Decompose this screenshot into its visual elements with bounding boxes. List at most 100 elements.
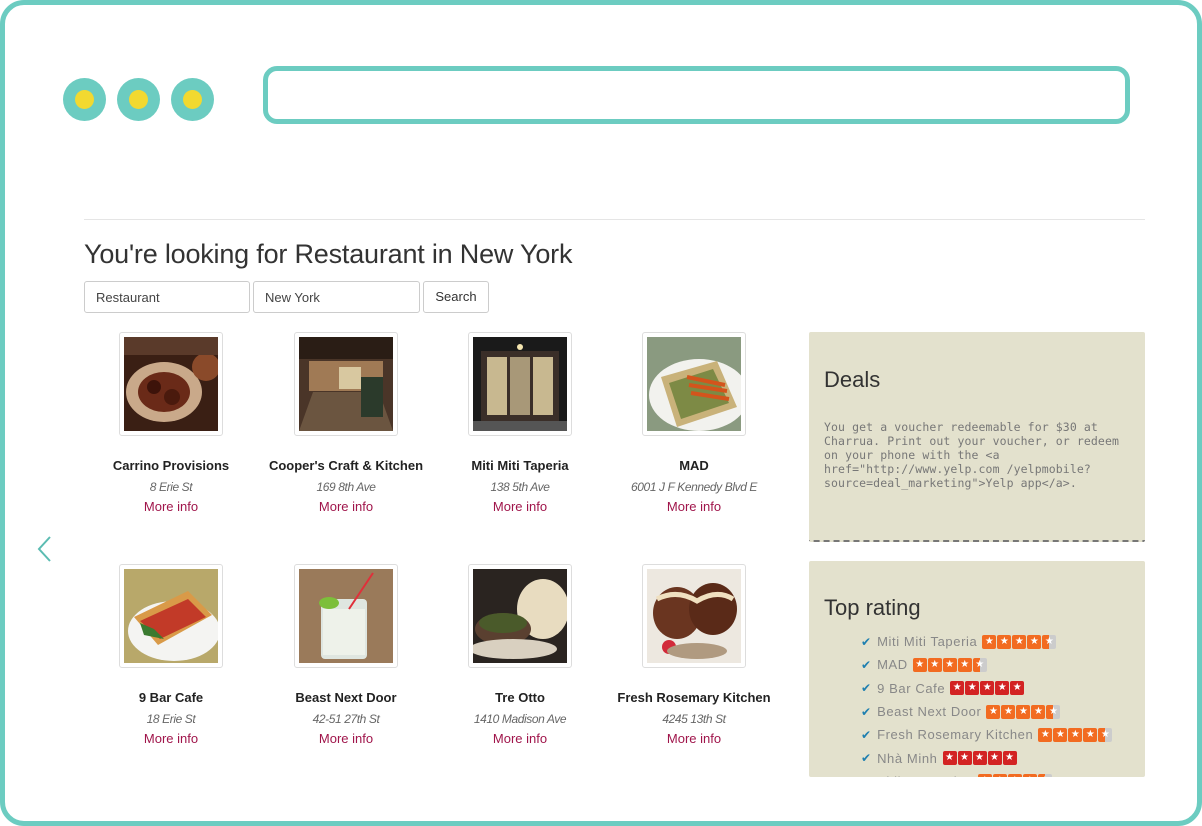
checkmark-icon: ✔ xyxy=(861,751,872,766)
restaurant-photo[interactable] xyxy=(119,564,223,668)
star-icon: ★ xyxy=(972,751,987,766)
restaurant-name[interactable]: Miti Miti Taperia xyxy=(435,456,605,475)
star-icon: ★ xyxy=(950,681,965,696)
more-info-link[interactable]: More info xyxy=(144,499,198,514)
restaurant-name[interactable]: Tre Otto xyxy=(435,688,605,707)
restaurant-name[interactable]: Cooper's Craft & Kitchen xyxy=(261,456,431,475)
star-icon: ★ xyxy=(912,657,927,672)
deals-panel: Deals You get a voucher redeemable for $… xyxy=(809,332,1145,542)
top-rating-name: Miti Miti Taperia xyxy=(877,634,978,650)
star-icon: ★ xyxy=(957,751,972,766)
top-rating-item[interactable]: ✔ Fresh Rosemary Kitchen ★ ★ ★ ★ ★ xyxy=(861,723,1130,746)
address-bar[interactable] xyxy=(263,66,1130,124)
star-icon: ★ xyxy=(1068,727,1083,742)
more-info-link[interactable]: More info xyxy=(319,499,373,514)
checkmark-icon: ✔ xyxy=(861,774,871,777)
star-icon: ★ xyxy=(1027,634,1042,649)
result-card: 9 Bar Cafe 18 Erie St More info xyxy=(86,564,256,748)
star-rating: ★★★★★ xyxy=(982,634,1057,649)
checkmark-icon: ✔ xyxy=(861,657,872,672)
star-icon: ★ xyxy=(1012,634,1027,649)
restaurant-photo[interactable] xyxy=(294,332,398,436)
window-dot-maximize[interactable] xyxy=(171,78,214,121)
more-info-link[interactable]: More info xyxy=(493,499,547,514)
star-icon: ★ xyxy=(997,634,1012,649)
restaurant-address: 18 Erie St xyxy=(146,712,196,726)
restaurant-photo[interactable] xyxy=(642,564,746,668)
star-icon: ★ xyxy=(995,681,1010,696)
star-icon: ★ xyxy=(1001,704,1016,719)
result-card: Fresh Rosemary Kitchen 4245 13th St More… xyxy=(609,564,779,748)
star-icon: ★ xyxy=(992,774,1007,777)
window-dot-minimize[interactable] xyxy=(117,78,160,121)
top-rating-item[interactable]: ✔Phil Am Kusina★★★★★ xyxy=(861,770,1130,777)
restaurant-name[interactable]: 9 Bar Cafe xyxy=(86,688,256,707)
divider xyxy=(84,219,1145,220)
star-icon: ★ xyxy=(1098,727,1113,742)
page-title: You're looking for Restaurant in New Yor… xyxy=(84,239,573,269)
restaurant-name[interactable]: Fresh Rosemary Kitchen xyxy=(609,688,779,707)
restaurant-address: 1410 Madison Ave xyxy=(473,712,567,726)
restaurant-name[interactable]: Beast Next Door xyxy=(261,688,431,707)
star-rating: ★★★★★ xyxy=(950,681,1025,696)
top-rating-name: MAD xyxy=(877,657,908,673)
result-card: Cooper's Craft & Kitchen 169 8th Ave Mor… xyxy=(261,332,431,516)
star-icon: ★ xyxy=(1016,704,1031,719)
star-icon: ★ xyxy=(1022,774,1037,777)
star-icon: ★ xyxy=(942,751,957,766)
more-info-link[interactable]: More info xyxy=(319,731,373,746)
search-term-input[interactable]: Restaurant xyxy=(84,281,250,313)
star-icon: ★ xyxy=(942,657,957,672)
restaurant-photo[interactable] xyxy=(468,564,572,668)
star-icon: ★ xyxy=(1002,751,1017,766)
star-icon: ★ xyxy=(977,774,992,777)
browser-frame: You're looking for Restaurant in New Yor… xyxy=(0,0,1202,826)
restaurant-photo[interactable] xyxy=(468,332,572,436)
restaurant-photo[interactable] xyxy=(294,564,398,668)
more-info-link[interactable]: More info xyxy=(493,731,547,746)
checkmark-icon: ✔ xyxy=(861,727,872,742)
star-icon: ★ xyxy=(1037,774,1052,777)
star-icon: ★ xyxy=(980,681,995,696)
star-rating: ★★★★★ xyxy=(986,704,1061,719)
result-card: MAD 6001 J F Kennedy Blvd E More info xyxy=(609,332,779,516)
deals-title: Deals xyxy=(824,367,881,392)
restaurant-photo[interactable] xyxy=(119,332,223,436)
top-rating-name: Nhà Minh xyxy=(877,750,938,766)
checkmark-icon: ✔ xyxy=(861,634,872,649)
restaurant-address: 4245 13th St xyxy=(662,712,726,726)
star-rating: ★★★★★ xyxy=(912,657,988,672)
restaurant-address: 138 5th Ave xyxy=(490,480,550,494)
deals-text: You get a voucher redeemable for $30 at … xyxy=(824,420,1119,490)
star-icon: ★ xyxy=(1007,774,1022,777)
search-location-input[interactable]: New York xyxy=(253,281,420,313)
more-info-link[interactable]: More info xyxy=(667,499,721,514)
star-icon: ★ xyxy=(957,657,972,672)
star-rating: ★★★★★ xyxy=(977,774,1053,777)
more-info-link[interactable]: More info xyxy=(144,731,198,746)
top-rating-item[interactable]: ✔ Beast Next Door ★ ★ ★ ★ ★ xyxy=(861,700,1130,723)
restaurant-name[interactable]: MAD xyxy=(609,456,779,475)
top-rating-title: Top rating xyxy=(824,595,921,620)
checkmark-icon: ✔ xyxy=(861,704,872,719)
top-rating-item[interactable]: ✔ Nhà Minh ★ ★ ★ ★ ★ xyxy=(861,746,1130,769)
star-icon: ★ xyxy=(1031,704,1046,719)
more-info-link[interactable]: More info xyxy=(667,731,721,746)
top-rating-name: Fresh Rosemary Kitchen xyxy=(877,727,1034,743)
star-icon: ★ xyxy=(982,634,997,649)
star-icon: ★ xyxy=(1042,634,1057,649)
restaurant-address: 42-51 27th St xyxy=(312,712,380,726)
checkmark-icon: ✔ xyxy=(861,681,872,696)
star-icon: ★ xyxy=(1038,727,1053,742)
star-icon: ★ xyxy=(927,657,942,672)
chevron-left-icon[interactable] xyxy=(35,535,55,563)
restaurant-address: 8 Erie St xyxy=(149,480,193,494)
top-rating-item[interactable]: ✔ MAD ★ ★ ★ ★ ★ xyxy=(861,653,1130,676)
top-rating-item[interactable]: ✔ Miti Miti Taperia ★ ★ ★ ★ ★ xyxy=(861,630,1130,653)
top-rating-item[interactable]: ✔ 9 Bar Cafe ★ ★ ★ ★ ★ xyxy=(861,677,1130,700)
window-dot-close[interactable] xyxy=(63,78,106,121)
search-button[interactable]: Search xyxy=(423,281,489,313)
star-rating: ★★★★★ xyxy=(1038,727,1113,742)
restaurant-photo[interactable] xyxy=(642,332,746,436)
restaurant-name[interactable]: Carrino Provisions xyxy=(86,456,256,475)
